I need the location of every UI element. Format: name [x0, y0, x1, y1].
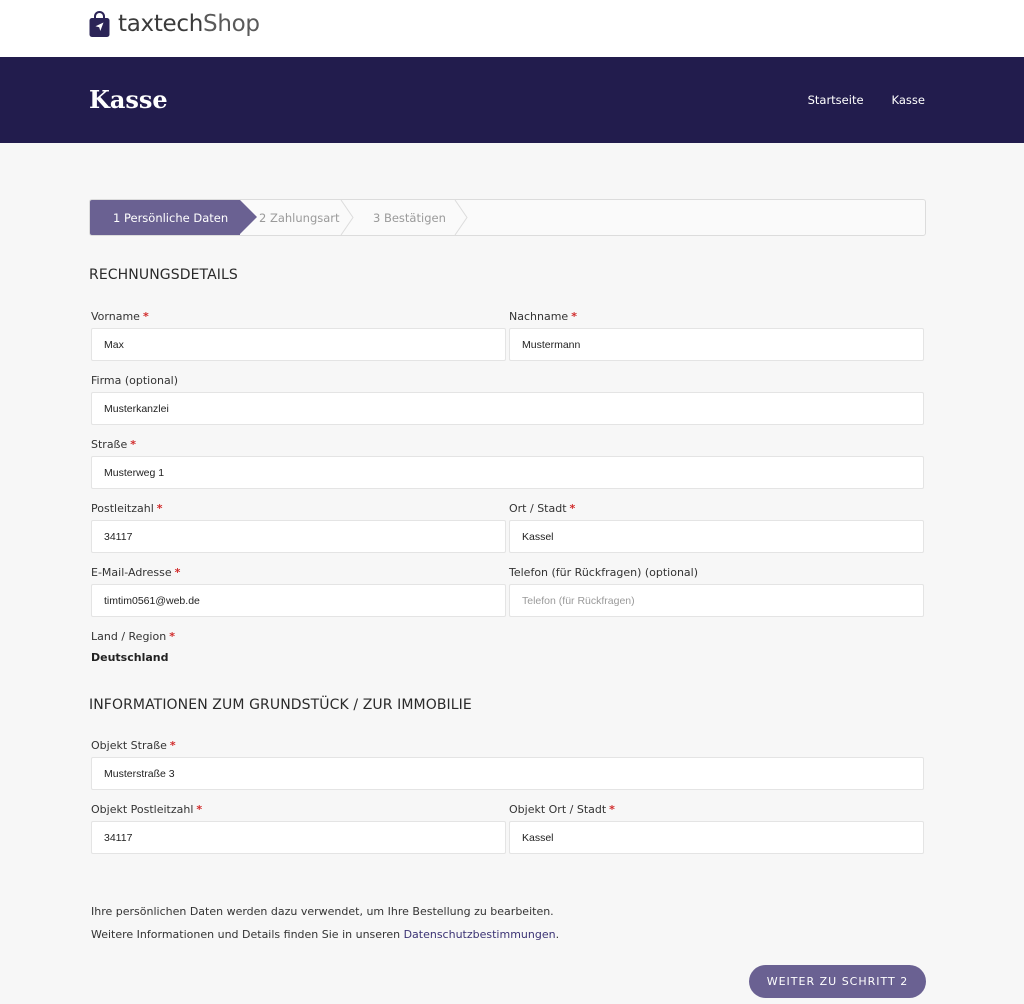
- top-brand-bar: taxtechShop: [0, 0, 1024, 57]
- nav-link-kasse[interactable]: Kasse: [892, 93, 925, 107]
- company-input[interactable]: [91, 392, 924, 425]
- privacy-notice-line2: Weitere Informationen und Details finden…: [91, 928, 559, 941]
- step-confirm[interactable]: 3 Bestätigen: [350, 200, 465, 235]
- page-header: Kasse Startseite Kasse: [0, 57, 1024, 143]
- property-zip-label: Objekt Postleitzahl *: [91, 803, 202, 816]
- required-mark: *: [571, 310, 577, 323]
- last-name-label: Nachname *: [509, 310, 577, 323]
- first-name-label: Vorname *: [91, 310, 149, 323]
- shopping-bag-icon: [89, 10, 110, 37]
- first-name-label-text: Vorname: [91, 310, 140, 323]
- privacy-suffix: .: [555, 928, 560, 941]
- required-mark: *: [569, 502, 576, 515]
- phone-input[interactable]: [509, 584, 924, 617]
- property-city-input[interactable]: [509, 821, 924, 854]
- checkout-stepper: 1 Persönliche Daten 2 Zahlungsart 3 Best…: [89, 199, 926, 236]
- company-label: Firma (optional): [91, 374, 179, 387]
- country-value: Deutschland: [91, 651, 169, 664]
- required-mark: *: [169, 739, 176, 752]
- property-section-title: INFORMATIONEN ZUM GRUNDSTÜCK / ZUR IMMOB…: [89, 697, 472, 713]
- property-street-label: Objekt Straße *: [91, 739, 176, 752]
- street-label-text: Straße: [91, 438, 128, 451]
- privacy-prefix: Weitere Informationen und Details finden…: [91, 928, 404, 941]
- header-nav: Startseite Kasse: [808, 93, 925, 107]
- required-mark: *: [174, 566, 181, 579]
- email-input[interactable]: [91, 584, 506, 617]
- street-label: Straße *: [91, 438, 136, 451]
- step-personal-data[interactable]: 1 Persönliche Daten: [90, 200, 257, 235]
- property-city-label-text: Objekt Ort / Stadt: [509, 803, 607, 816]
- last-name-label-text: Nachname: [509, 310, 569, 323]
- required-mark: *: [156, 502, 163, 515]
- privacy-policy-link[interactable]: Datenschutzbestimmungen: [404, 928, 556, 941]
- property-zip-label-text: Objekt Postleitzahl: [91, 803, 194, 816]
- page-title: Kasse: [89, 85, 168, 114]
- city-label: Ort / Stadt *: [509, 502, 575, 515]
- city-input[interactable]: [509, 520, 924, 553]
- required-mark: *: [130, 438, 137, 451]
- brand-name: taxtechShop: [118, 11, 260, 37]
- country-label: Land / Region *: [91, 630, 175, 643]
- zip-label-text: Postleitzahl: [91, 502, 154, 515]
- email-label-text: E-Mail-Adresse: [91, 566, 172, 579]
- privacy-notice-line1: Ihre persönlichen Daten werden dazu verw…: [91, 905, 554, 918]
- property-city-label: Objekt Ort / Stadt *: [509, 803, 615, 816]
- step-payment-method[interactable]: 2 Zahlungsart: [240, 200, 350, 235]
- step-separator-chevron: [454, 200, 468, 235]
- phone-label: Telefon (für Rückfragen) (optional): [509, 566, 699, 579]
- first-name-input[interactable]: [91, 328, 506, 361]
- zip-label: Postleitzahl *: [91, 502, 163, 515]
- property-street-label-text: Objekt Straße: [91, 739, 167, 752]
- required-mark: *: [196, 803, 203, 816]
- city-label-text: Ort / Stadt: [509, 502, 567, 515]
- brand-name-part1: taxtech: [118, 11, 204, 37]
- billing-section-title: RECHNUNGSDETAILS: [89, 267, 238, 283]
- required-mark: *: [142, 310, 149, 323]
- next-step-button[interactable]: WEITER ZU SCHRITT 2: [749, 965, 926, 998]
- brand-name-part2: Shop: [203, 11, 260, 37]
- country-label-text: Land / Region: [91, 630, 167, 643]
- nav-link-startseite[interactable]: Startseite: [808, 93, 864, 107]
- required-mark: *: [609, 803, 615, 816]
- last-name-input[interactable]: [509, 328, 924, 361]
- email-label: E-Mail-Adresse *: [91, 566, 180, 579]
- property-street-input[interactable]: [91, 757, 924, 790]
- property-zip-input[interactable]: [91, 821, 506, 854]
- zip-input[interactable]: [91, 520, 506, 553]
- street-input[interactable]: [91, 456, 924, 489]
- brand-logo[interactable]: taxtechShop: [89, 9, 260, 39]
- required-mark: *: [169, 630, 175, 643]
